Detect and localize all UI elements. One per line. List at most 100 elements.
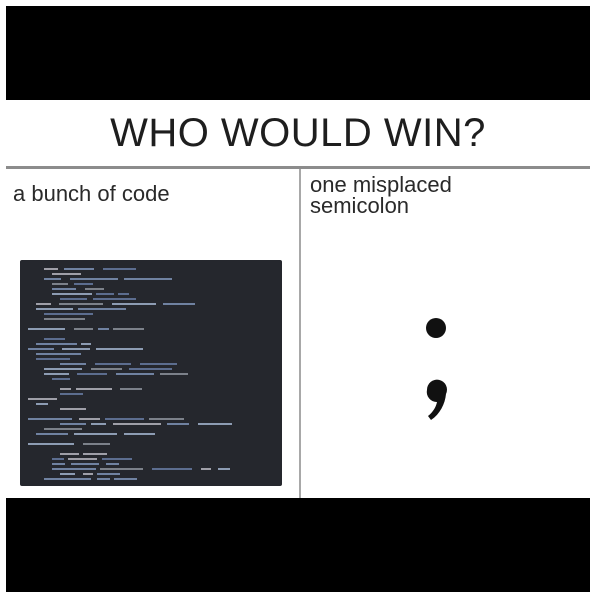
right-column-label: one misplaced semicolon (310, 172, 452, 218)
code-line-segment (93, 298, 136, 300)
code-line-segment (91, 368, 122, 370)
code-line-segment (79, 418, 100, 420)
code-line-segment (114, 478, 137, 480)
code-line-segment (140, 363, 177, 365)
code-line-segment (36, 308, 73, 310)
code-line-segment (98, 328, 109, 330)
code-line-segment (44, 278, 61, 280)
code-line-segment (201, 468, 211, 470)
code-line-segment (36, 358, 70, 360)
code-line-segment (44, 373, 69, 375)
code-line-segment (113, 328, 144, 330)
code-line-segment (36, 303, 51, 305)
code-line-segment (64, 268, 94, 270)
code-line-segment (59, 303, 103, 305)
code-line-segment (60, 408, 86, 410)
code-line-segment (160, 373, 188, 375)
code-line-segment (96, 293, 114, 295)
code-line-segment (218, 468, 230, 470)
code-line-segment (149, 418, 184, 420)
code-line-segment (83, 473, 93, 475)
code-line-segment (198, 423, 232, 425)
left-column-label: a bunch of code (13, 181, 170, 206)
code-line-segment (52, 463, 65, 465)
title-divider (6, 166, 590, 169)
code-line-segment (60, 453, 79, 455)
code-line-segment (44, 478, 91, 480)
code-line-segment (60, 363, 86, 365)
meme-title: WHO WOULD WIN? (110, 110, 486, 155)
code-line-segment (74, 328, 93, 330)
code-line-segment (118, 293, 129, 295)
code-line-segment (62, 348, 90, 350)
code-line-segment (81, 343, 91, 345)
code-line-segment (71, 463, 99, 465)
right-label-line-2: semicolon (310, 193, 410, 218)
code-line-segment (85, 288, 104, 290)
code-line-segment (97, 473, 120, 475)
code-line-segment (78, 308, 126, 310)
code-line-segment (106, 463, 119, 465)
code-line-segment (77, 373, 107, 375)
code-line-segment (36, 353, 81, 355)
code-line-segment (60, 473, 75, 475)
right-label-line-1: one misplaced (310, 172, 452, 197)
code-line-segment (28, 348, 54, 350)
code-line-segment (60, 393, 83, 395)
code-line-segment (95, 363, 131, 365)
code-line-segment (60, 388, 71, 390)
code-line-segment (28, 398, 57, 400)
code-line-segment (124, 278, 172, 280)
code-line-segment (70, 278, 118, 280)
code-line-segment (36, 343, 77, 345)
code-line-segment (28, 443, 74, 445)
code-line-segment (28, 328, 65, 330)
column-divider (299, 169, 301, 498)
code-line-segment (52, 283, 68, 285)
code-line-segment (124, 433, 155, 435)
code-line-segment (116, 373, 154, 375)
code-line-segment (120, 388, 142, 390)
code-line-segment (44, 268, 58, 270)
code-line-segment (52, 293, 92, 295)
code-line-segment (44, 313, 93, 315)
code-line-segment (83, 453, 107, 455)
semicolon-icon (410, 310, 460, 440)
code-line-segment (74, 283, 93, 285)
meme-frame: WHO WOULD WIN? a bunch of code one mispl… (6, 6, 590, 592)
code-line-segment (97, 478, 110, 480)
code-line-segment (28, 418, 72, 420)
code-line-segment (60, 298, 87, 300)
code-line-segment (68, 458, 97, 460)
code-line-segment (105, 418, 144, 420)
code-line-segment (163, 303, 195, 305)
code-line-segment (44, 368, 82, 370)
code-line-segment (100, 468, 143, 470)
code-line-segment (52, 378, 70, 380)
code-line-segment (44, 318, 85, 320)
code-line-segment (44, 428, 82, 430)
code-screenshot-image (20, 260, 282, 486)
code-line-segment (52, 273, 81, 275)
code-line-segment (83, 443, 110, 445)
code-line-segment (44, 338, 65, 340)
code-line-segment (152, 468, 192, 470)
code-line-segment (52, 468, 96, 470)
code-line-segment (91, 423, 106, 425)
code-line-segment (52, 458, 64, 460)
code-line-segment (102, 458, 132, 460)
code-line-segment (103, 268, 136, 270)
code-line-segment (76, 388, 112, 390)
code-line-segment (36, 433, 68, 435)
code-line-segment (74, 433, 117, 435)
code-line-segment (167, 423, 189, 425)
code-line-segment (112, 303, 156, 305)
code-lines-graphic (28, 268, 232, 480)
meme-panel: WHO WOULD WIN? a bunch of code one mispl… (6, 100, 590, 498)
code-line-segment (52, 288, 76, 290)
code-line-segment (60, 423, 86, 425)
code-line-segment (36, 403, 48, 405)
code-line-segment (96, 348, 143, 350)
code-line-segment (113, 423, 161, 425)
code-line-segment (129, 368, 172, 370)
